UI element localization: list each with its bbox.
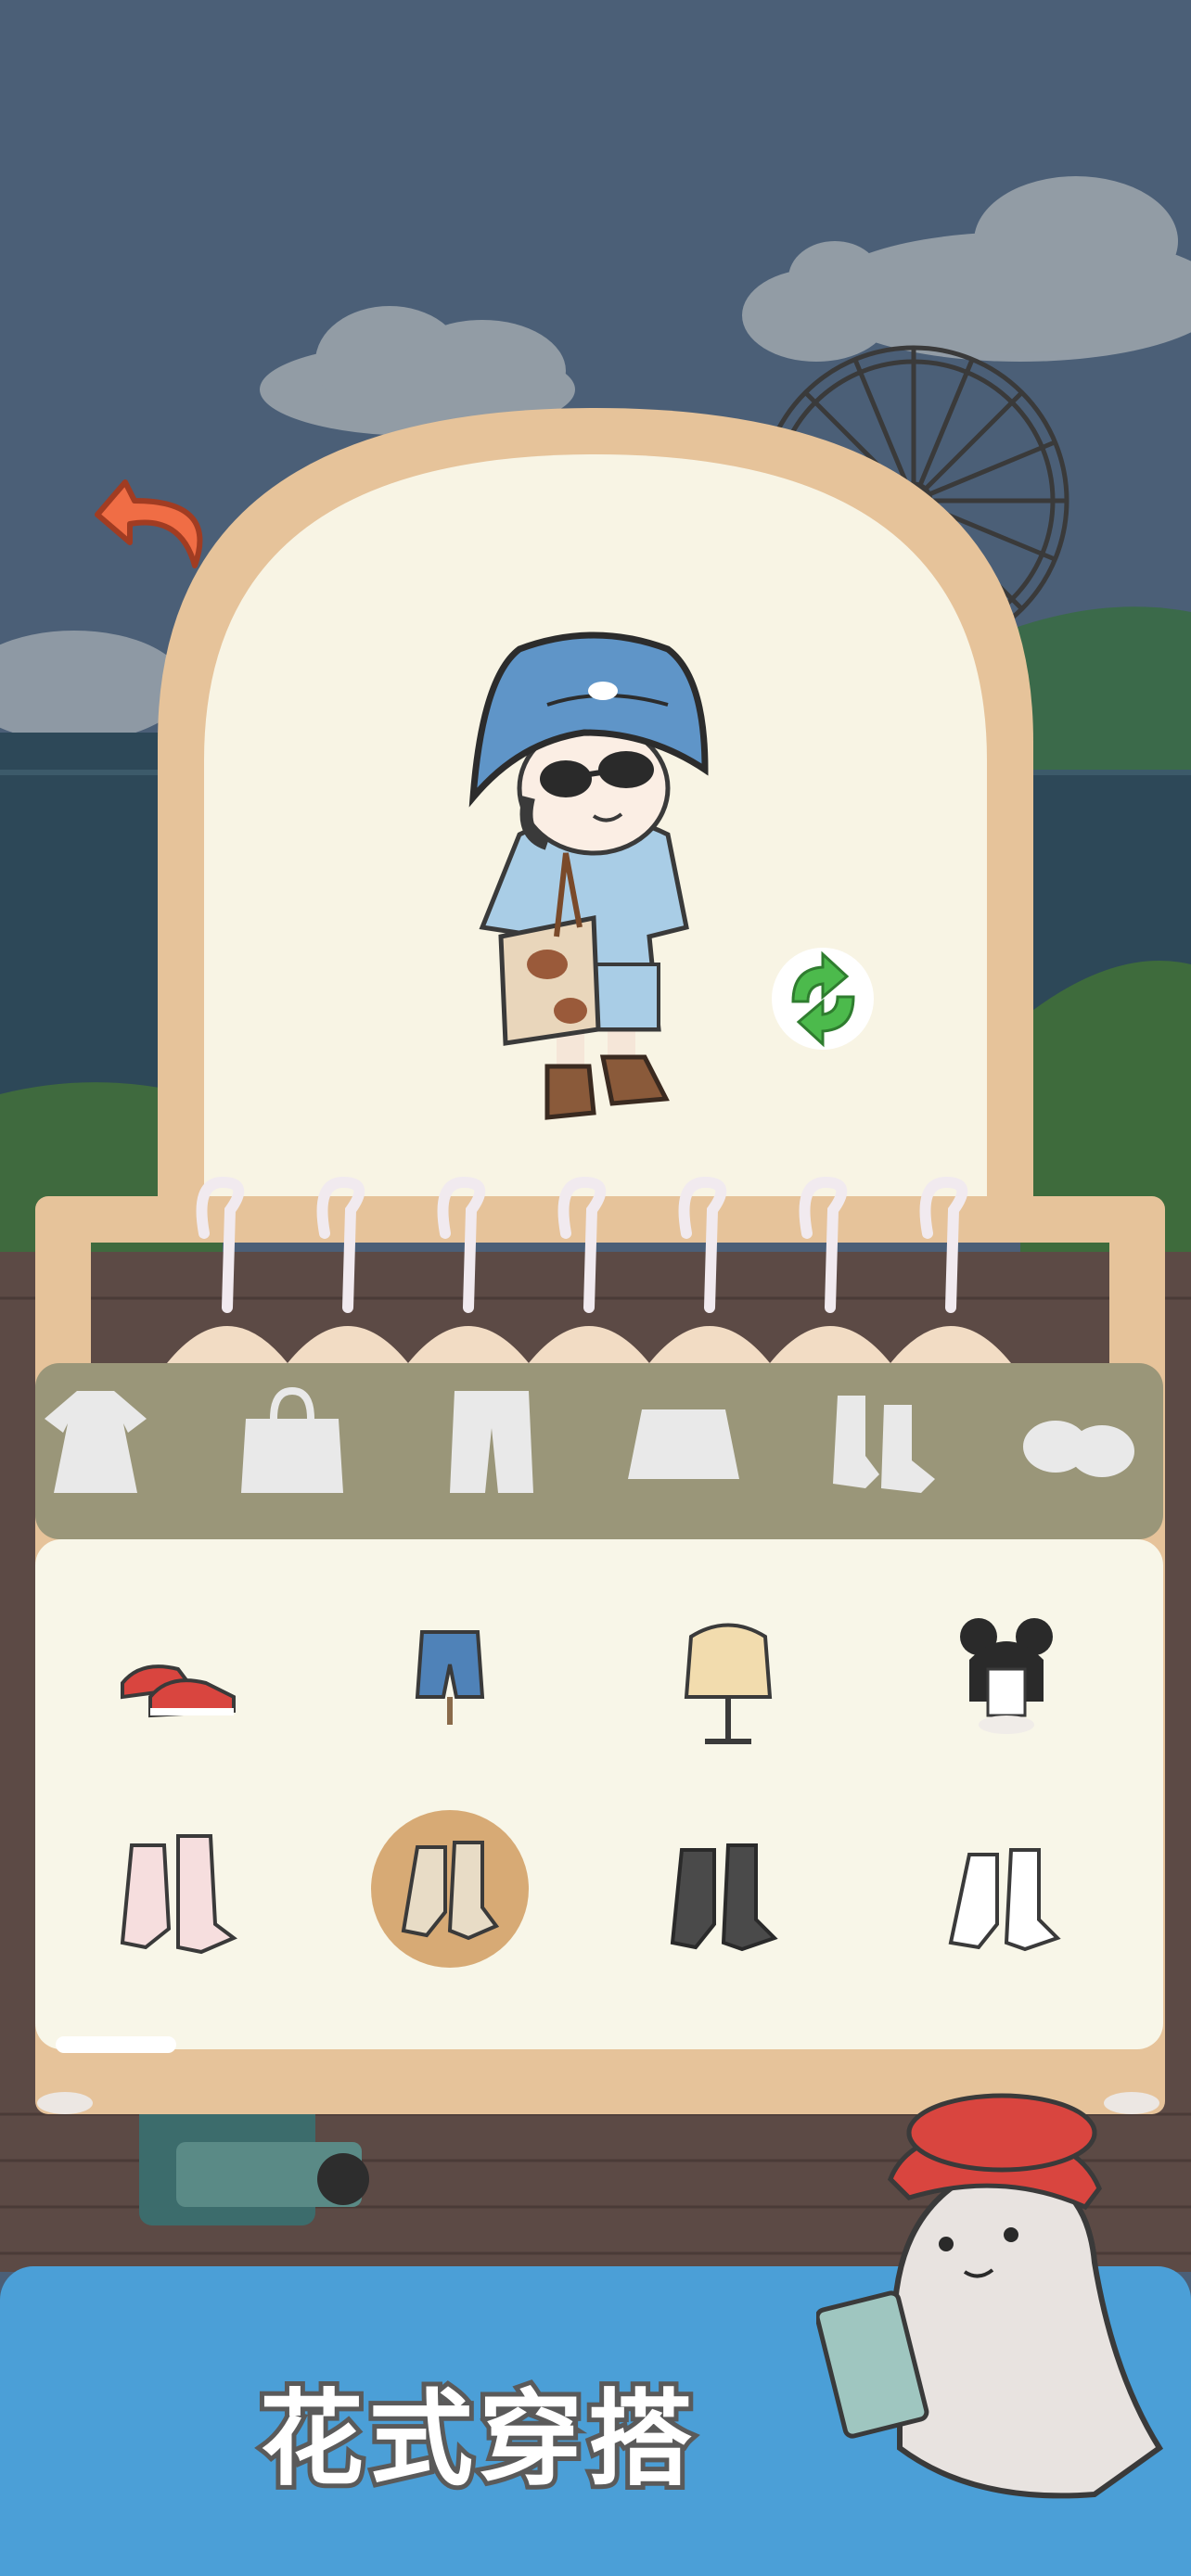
refresh-icon: [772, 948, 874, 1050]
pants-icon: [450, 1391, 533, 1493]
red-sneakers-icon: [121, 1664, 236, 1718]
socks-icon: [833, 1396, 935, 1493]
refresh-button[interactable]: [765, 941, 881, 1057]
item-slot[interactable]: [104, 1595, 262, 1753]
tab-dress[interactable]: [35, 1382, 156, 1502]
item-slot[interactable]: [649, 1817, 807, 1975]
black-socks-icon: [670, 1843, 778, 1952]
back-button[interactable]: [88, 464, 227, 584]
hoodie-mannequin-icon: [684, 1623, 773, 1744]
tab-skirt[interactable]: [623, 1382, 744, 1502]
tab-bag[interactable]: [232, 1382, 352, 1502]
tab-socks[interactable]: [824, 1382, 944, 1502]
back-arrow-icon: [95, 479, 203, 568]
seal-mascot-foreground: [816, 2123, 1164, 2499]
item-slot[interactable]: [104, 1817, 262, 1975]
denim-shorts-icon: [415, 1630, 485, 1725]
item-slot-selected[interactable]: [371, 1810, 529, 1968]
item-slot[interactable]: [649, 1595, 807, 1753]
item-slot[interactable]: [371, 1595, 529, 1753]
shoes-icon: [1023, 1421, 1134, 1477]
tab-pants[interactable]: [431, 1382, 552, 1502]
white-ruffle-socks-icon: [948, 1848, 1061, 1952]
bag-icon: [241, 1386, 343, 1493]
banner-title: 花式穿搭: [255, 2375, 698, 2505]
skirt-icon: [628, 1409, 739, 1479]
item-slot[interactable]: [928, 1817, 1085, 1975]
dress-icon: [45, 1391, 147, 1493]
striped-socks-icon: [120, 1834, 237, 1955]
item-slot[interactable]: [928, 1595, 1085, 1753]
tab-shoes[interactable]: [1018, 1382, 1139, 1502]
bun-hairstyle-icon: [960, 1618, 1053, 1734]
beige-socks-icon: [401, 1841, 500, 1941]
